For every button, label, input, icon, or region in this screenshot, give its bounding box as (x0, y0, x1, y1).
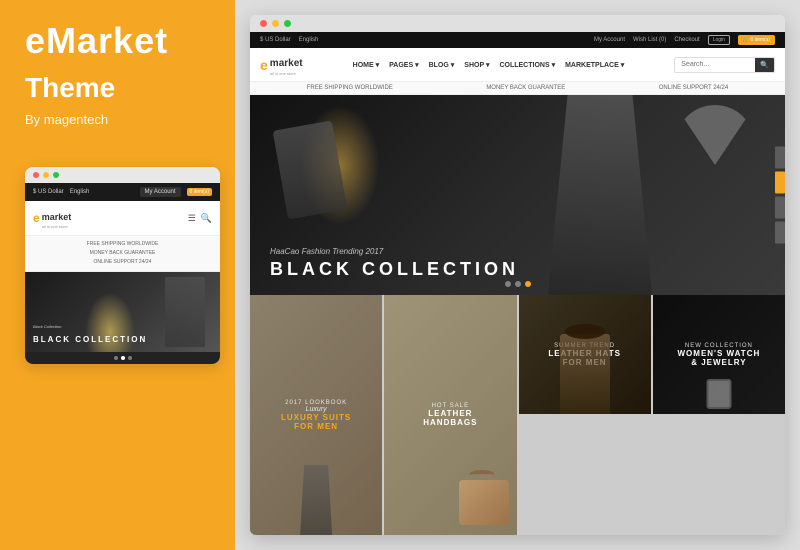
desktop-topbar-right: My Account Wish List (0) Checkout Login … (594, 35, 775, 45)
dot-green (53, 172, 59, 178)
desktop-account[interactable]: My Account (594, 37, 625, 43)
desktop-hero: HaaCao Fashion Trending 2017 BLACK COLLE… (250, 95, 785, 295)
desktop-logo-sub: all in one store (270, 71, 303, 76)
right-panel: $ US Dollar English My Account Wish List… (235, 0, 800, 550)
product-card-watch[interactable]: New Collection WOMEN'S WATCH& JEWELRY (653, 295, 785, 414)
slide-dot-3[interactable] (128, 356, 132, 360)
info-money-back: MONEY BACK GUARANTEE (486, 85, 565, 91)
desktop-logo-market: market (270, 58, 303, 69)
mobile-topbar-right: My Account 0 item(s) (140, 187, 212, 197)
mobile-topbar: $ US Dollar English My Account 0 item(s) (25, 183, 220, 201)
mobile-logo-market: market (42, 212, 72, 222)
side-btn-4[interactable] (775, 222, 785, 244)
mobile-banner-main: BLACK COLLECTION (33, 335, 147, 344)
nav-blog[interactable]: BLOG ▾ (429, 61, 455, 69)
dot-red (33, 172, 39, 178)
theme-label: Theme (25, 72, 210, 104)
mobile-currency[interactable]: $ US Dollar (33, 189, 64, 195)
mobile-banner-figure (165, 277, 205, 347)
desktop-logo-e: e (260, 57, 268, 73)
dt-dot-yellow (272, 20, 279, 27)
watch-figure (706, 379, 731, 409)
handbag-figure (459, 480, 509, 525)
search-button[interactable]: 🔍 (755, 58, 774, 72)
mobile-language[interactable]: English (70, 189, 90, 195)
slide-dot-1[interactable] (114, 356, 118, 360)
mobile-banner: Black Collection BLACK COLLECTION (25, 272, 220, 352)
side-btn-3[interactable] (775, 197, 785, 219)
mobile-account[interactable]: My Account (140, 187, 181, 197)
product-card-handbags[interactable]: Hot Sale LEATHERHANDBAGS (384, 295, 516, 535)
author-label: By magentech (25, 112, 210, 127)
product-grid: Summer Trend LEATHER HATSFOR MEN New Col… (250, 295, 785, 535)
side-btn-1[interactable] (775, 147, 785, 169)
nav-collections[interactable]: COLLECTIONS ▾ (499, 61, 555, 69)
desktop-window: $ US Dollar English My Account Wish List… (250, 15, 785, 535)
dt-dot-green (284, 20, 291, 27)
product-title-4: LEATHERHANDBAGS (423, 409, 477, 427)
hero-text-block: HaaCao Fashion Trending 2017 BLACK COLLE… (250, 232, 539, 295)
hero-side-nav (775, 147, 785, 244)
desktop-topbar: $ US Dollar English My Account Wish List… (250, 32, 785, 48)
desktop-login[interactable]: Login (708, 35, 730, 45)
mobile-preview: $ US Dollar English My Account 0 item(s)… (25, 167, 220, 364)
desktop-checkout[interactable]: Checkout (674, 37, 699, 43)
product-card-suits[interactable]: 2017 Lookbook Luxury LUXURY SUITSFOR MEN (250, 295, 382, 535)
hero-umbrella (675, 105, 755, 185)
desktop-navbar: e market all in one store HOME ▾ PAGES ▾… (250, 48, 785, 82)
info-support: ONLINE SUPPORT 24/24 (659, 85, 728, 91)
desktop-cart[interactable]: 🛒 0 item(s) (738, 35, 775, 45)
mobile-titlebar (25, 167, 220, 183)
mobile-info-3: ONLINE SUPPORT 24/24 (33, 258, 212, 267)
mobile-info-bar: FREE SHIPPING WORLDWIDE MONEY BACK GUARA… (25, 236, 220, 272)
mobile-topbar-left: $ US Dollar English (33, 189, 89, 195)
side-btn-2[interactable] (775, 172, 785, 194)
mobile-banner-sub: Black Collection (33, 324, 147, 329)
mobile-info-2: MONEY BACK GUARANTEE (33, 249, 212, 258)
handbag-handle (469, 470, 495, 480)
desktop-currency[interactable]: $ US Dollar (260, 37, 291, 43)
mobile-cart-badge[interactable]: 0 item(s) (187, 188, 212, 196)
search-icon[interactable]: 🔍 (201, 213, 212, 224)
hat-brim (565, 324, 605, 339)
nav-home[interactable]: HOME ▾ (353, 61, 379, 69)
product-title-2: WOMEN'S WATCH& JEWELRY (678, 349, 761, 367)
product-title-3: LUXURY SUITSFOR MEN (281, 413, 351, 431)
hero-main-text: BLACK COLLECTION (270, 259, 519, 280)
search-input[interactable] (675, 58, 755, 71)
mobile-info-1: FREE SHIPPING WORLDWIDE (33, 240, 212, 249)
product-card-leather-hats[interactable]: Summer Trend LEATHER HATSFOR MEN (519, 295, 651, 414)
desktop-logo: e market all in one store (260, 53, 303, 76)
nav-pages[interactable]: PAGES ▾ (389, 61, 418, 69)
desktop-search: 🔍 (674, 57, 775, 73)
desktop-titlebar (250, 15, 785, 32)
info-shipping: FREE SHIPPING WORLDWIDE (307, 85, 393, 91)
mobile-header-icons: ☰ 🔍 (188, 213, 212, 224)
mobile-dots-indicator (25, 352, 220, 364)
nav-marketplace[interactable]: MARKETPLACE ▾ (565, 61, 624, 69)
dt-dot-red (260, 20, 267, 27)
desktop-topbar-left: $ US Dollar English (260, 37, 318, 43)
dot-yellow (43, 172, 49, 178)
desktop-wishlist[interactable]: Wish List (0) (633, 37, 666, 43)
hero-sub-text: HaaCao Fashion Trending 2017 (270, 247, 519, 256)
nav-shop[interactable]: SHOP ▾ (464, 61, 489, 69)
mobile-logo-sub: all in one store (42, 225, 72, 229)
mobile-header: e market all in one store ☰ 🔍 (25, 201, 220, 236)
mobile-logo: e market all in one store (33, 207, 71, 229)
mobile-logo-e: e (33, 211, 40, 225)
hat-man-figure (560, 334, 610, 414)
desktop-infostrip: FREE SHIPPING WORLDWIDE MONEY BACK GUARA… (250, 82, 785, 95)
slide-dot-2[interactable] (121, 356, 125, 360)
hamburger-icon[interactable]: ☰ (188, 213, 196, 224)
left-panel: eMarket Theme By magentech $ US Dollar E… (0, 0, 235, 550)
desktop-nav: HOME ▾ PAGES ▾ BLOG ▾ SHOP ▾ COLLECTIONS… (353, 61, 625, 69)
product-title-3-italic: Luxury (306, 406, 327, 413)
desktop-language[interactable]: English (299, 37, 319, 43)
brand-title: eMarket (25, 20, 210, 62)
